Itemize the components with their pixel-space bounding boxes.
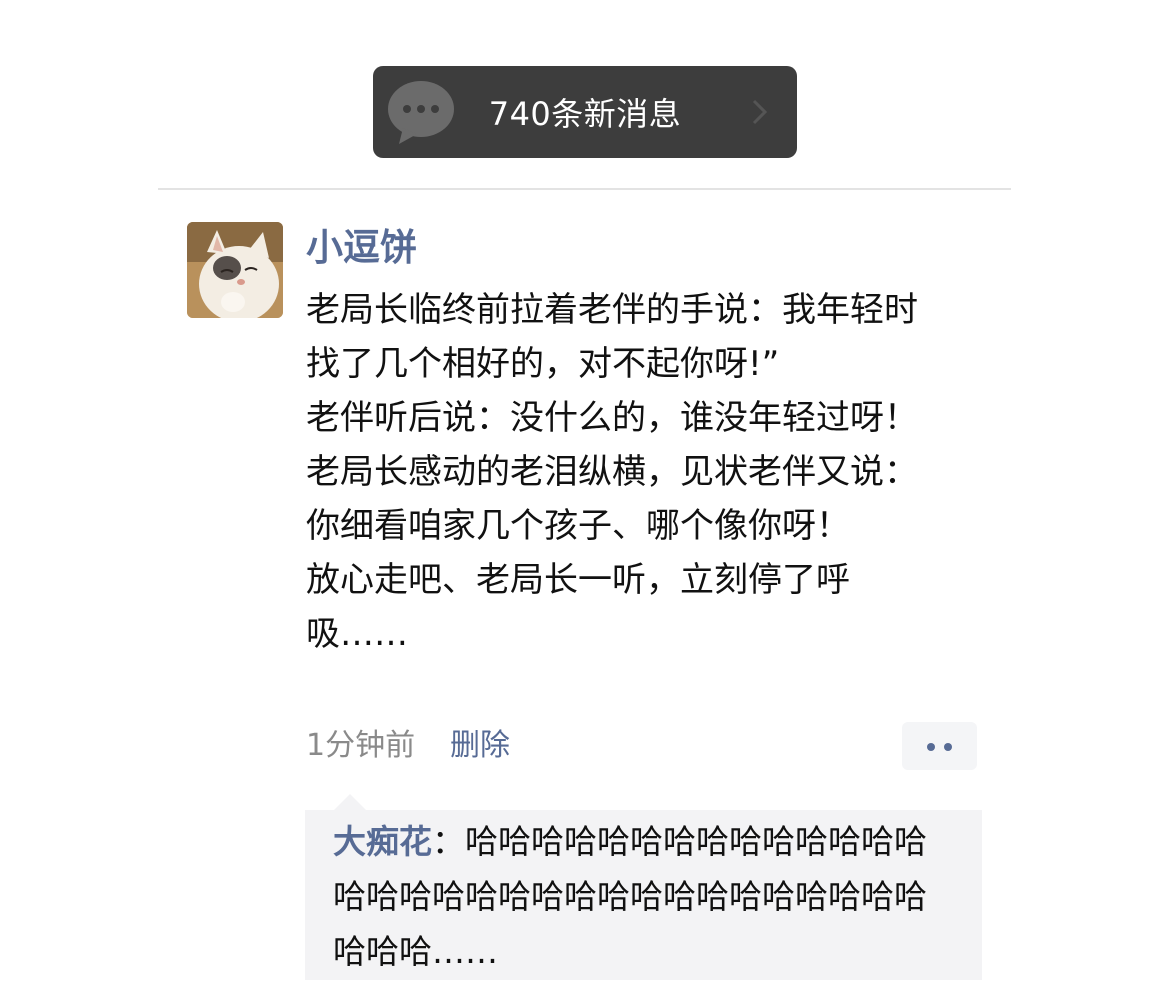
comment-pointer <box>334 794 366 810</box>
new-messages-banner[interactable]: 740条新消息 <box>373 66 797 158</box>
comment-author[interactable]: 大痴花 <box>333 822 432 861</box>
new-messages-count: 740条新消息 <box>488 95 682 133</box>
post-username[interactable]: 小逗饼 <box>306 222 417 274</box>
delete-link[interactable]: 删除 <box>450 722 510 770</box>
more-dots-icon <box>944 743 952 751</box>
comment-item[interactable]: 大痴花：哈哈哈哈哈哈哈哈哈哈哈哈哈哈哈哈哈哈哈哈哈哈哈哈哈哈哈哈哈哈哈哈哈哈哈…… <box>333 814 953 979</box>
post-body: 老局长临终前拉着老伴的手说：我年轻时找了几个相好的，对不起你呀!” 老伴听后说：… <box>306 290 918 654</box>
comment-box: 大痴花：哈哈哈哈哈哈哈哈哈哈哈哈哈哈哈哈哈哈哈哈哈哈哈哈哈哈哈哈哈哈哈哈哈哈哈…… <box>305 810 982 980</box>
divider <box>158 188 1011 190</box>
more-dots-icon <box>927 743 935 751</box>
more-actions-button[interactable] <box>902 722 977 770</box>
comment-separator: ： <box>432 822 465 861</box>
chevron-right-icon <box>752 99 768 125</box>
avatar[interactable] <box>187 222 283 318</box>
post-timestamp: 1分钟前 <box>306 728 416 763</box>
cat-avatar-icon <box>187 222 283 318</box>
